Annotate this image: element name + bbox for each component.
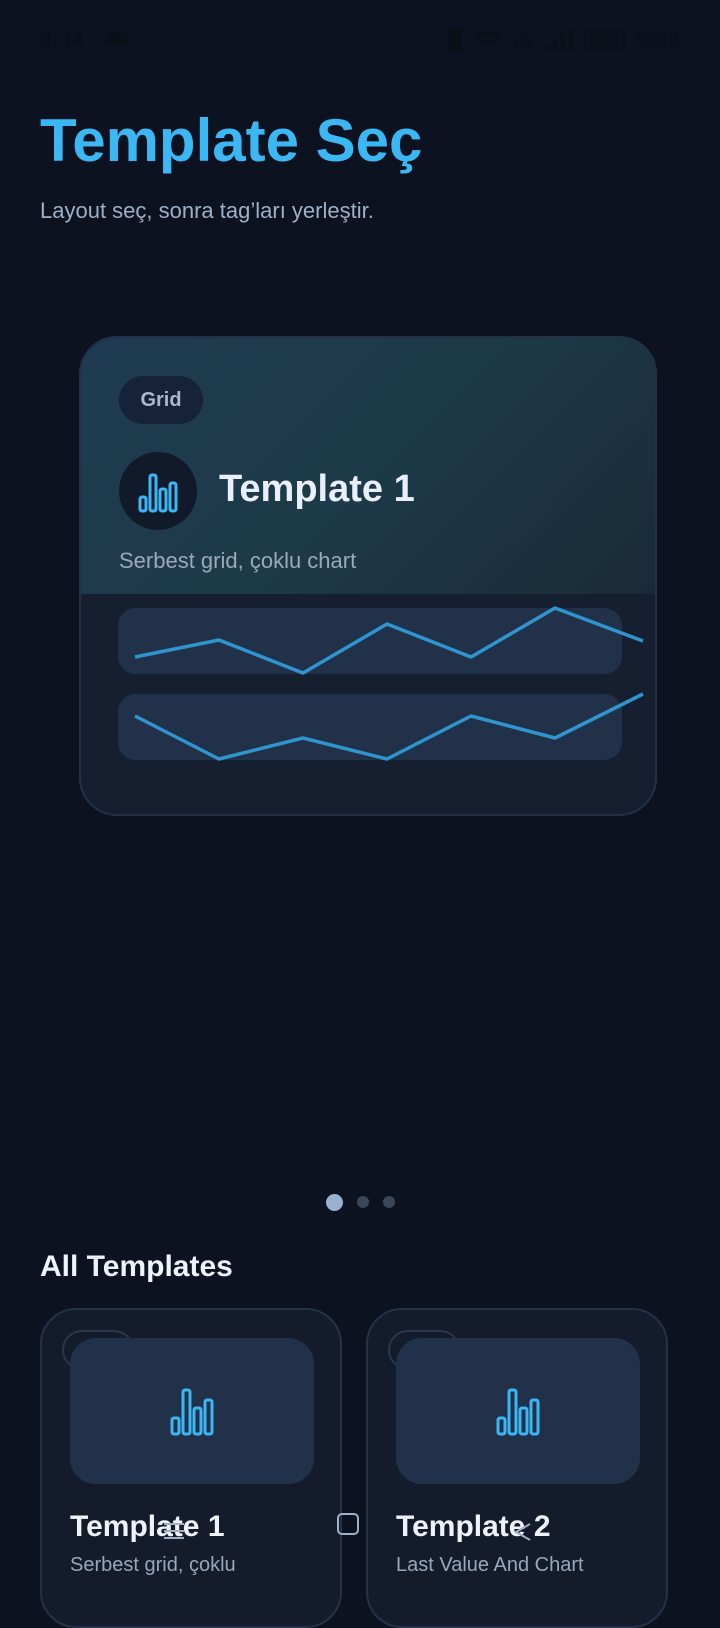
bar-chart-icon <box>496 1388 540 1436</box>
menu-icon <box>164 1523 184 1539</box>
vibrate-icon <box>447 28 462 52</box>
cloud-icon <box>105 32 129 46</box>
carousel-dot[interactable] <box>382 1196 395 1208</box>
bar-chart-icon <box>170 1388 214 1436</box>
featured-template-name: Template 1 <box>219 468 415 510</box>
bar-chart-icon <box>119 452 197 530</box>
template-name: Template 1 <box>70 1510 225 1543</box>
carousel-dot-active[interactable] <box>325 1193 343 1211</box>
signal-icon <box>543 28 573 52</box>
square-icon <box>337 1513 359 1535</box>
section-title: All Templates <box>40 1250 233 1283</box>
back-icon <box>513 1523 531 1541</box>
status-icons: Vo LTE %89 <box>447 27 680 53</box>
layout-tag-badge: Grid <box>119 376 203 424</box>
status-bar: 9:44 Vo LTE %89 <box>0 0 720 84</box>
wifi-icon <box>473 30 502 52</box>
template-card[interactable]: Template 1 Serbest grid, çoklu <box>40 1308 342 1628</box>
featured-template-card[interactable]: Grid Template 1 Serbest grid, çoklu char… <box>79 336 657 816</box>
template-description: Serbest grid, çoklu <box>70 1554 236 1576</box>
volte-icon: Vo LTE <box>513 28 534 51</box>
carousel-dot[interactable] <box>356 1196 369 1208</box>
page-subtitle: Layout seç, sonra tag’ları yerleştir. <box>40 198 374 223</box>
sparkline <box>134 692 644 761</box>
battery-icon <box>583 30 626 50</box>
battery-level: %89 <box>635 27 680 52</box>
template-preview <box>70 1338 314 1484</box>
chart-preview-row <box>118 606 644 675</box>
template-preview <box>396 1338 640 1484</box>
chart-preview-row <box>118 692 644 761</box>
template-card[interactable]: Template 2 Last Value And Chart <box>366 1308 668 1628</box>
template-description: Last Value And Chart <box>396 1554 584 1576</box>
page-title: Template Seç <box>40 107 423 174</box>
sparkline <box>134 606 644 675</box>
featured-template-description: Serbest grid, çoklu chart <box>119 548 357 573</box>
status-time: 9:44 <box>40 27 85 52</box>
carousel-pagination <box>0 1192 720 1212</box>
